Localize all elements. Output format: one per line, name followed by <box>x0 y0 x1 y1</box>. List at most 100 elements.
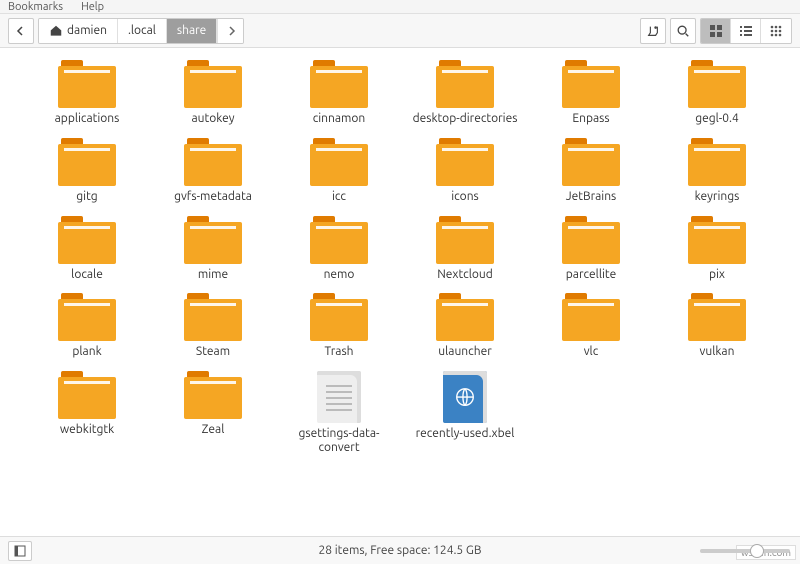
folder-item[interactable]: vlc <box>536 293 646 359</box>
zoom-control[interactable] <box>700 549 790 553</box>
breadcrumb-forward[interactable] <box>217 19 243 43</box>
item-label: ulauncher <box>438 345 492 359</box>
folder-item[interactable]: gvfs-metadata <box>158 138 268 204</box>
folder-item[interactable]: Zeal <box>158 371 268 455</box>
folder-item[interactable]: vulkan <box>662 293 772 359</box>
zoom-thumb[interactable] <box>750 544 764 558</box>
item-label: keyrings <box>695 190 740 204</box>
folder-item[interactable]: icons <box>410 138 520 204</box>
item-label: pix <box>709 268 725 282</box>
folder-icon <box>688 138 746 186</box>
item-label: cinnamon <box>313 112 366 126</box>
folder-icon <box>184 371 242 419</box>
folder-icon <box>562 216 620 264</box>
folder-icon <box>184 293 242 341</box>
folder-icon <box>688 216 746 264</box>
item-label: Enpass <box>572 112 609 126</box>
item-label: vulkan <box>700 345 735 359</box>
folder-icon <box>58 60 116 108</box>
folder-icon <box>562 60 620 108</box>
back-button[interactable] <box>8 18 34 44</box>
folder-icon <box>436 293 494 341</box>
file-item[interactable]: recently-used.​xbel <box>410 371 520 455</box>
folder-icon <box>562 138 620 186</box>
search-icon <box>676 24 690 38</box>
folder-icon <box>58 138 116 186</box>
folder-item[interactable]: ulauncher <box>410 293 520 359</box>
folder-item[interactable]: Steam <box>158 293 268 359</box>
folder-item[interactable]: webkitgtk <box>32 371 142 455</box>
item-label: webkitgtk <box>60 423 114 437</box>
item-label: applications <box>55 112 120 126</box>
toolbar: damien .local share <box>0 14 800 48</box>
file-item[interactable]: gsettings-data-convert <box>284 371 394 455</box>
breadcrumb-local[interactable]: .local <box>118 18 167 44</box>
folder-icon <box>436 216 494 264</box>
breadcrumb: damien .local share <box>38 18 244 44</box>
location-icon <box>646 24 660 38</box>
folder-item[interactable]: parcellite <box>536 216 646 282</box>
search-button[interactable] <box>670 18 696 44</box>
folder-item[interactable]: nemo <box>284 216 394 282</box>
item-label: desktop-directories <box>413 112 518 126</box>
folder-icon <box>688 60 746 108</box>
folder-item[interactable]: mime <box>158 216 268 282</box>
menu-help[interactable]: Help <box>81 1 104 13</box>
folder-item[interactable]: gitg <box>32 138 142 204</box>
folder-icon <box>688 293 746 341</box>
statusbar: 28 items, Free space: 124.5 GB <box>0 536 800 564</box>
breadcrumb-share[interactable]: share <box>167 18 217 44</box>
show-sidebar-button[interactable] <box>8 541 32 561</box>
folder-item[interactable]: icc <box>284 138 394 204</box>
folder-icon <box>58 371 116 419</box>
breadcrumb-home[interactable]: damien <box>39 18 118 44</box>
folder-item[interactable]: JetBrains <box>536 138 646 204</box>
folder-item[interactable]: autokey <box>158 60 268 126</box>
list-icon <box>739 24 753 38</box>
view-mode-group <box>700 18 792 44</box>
view-compact-button[interactable] <box>761 19 791 43</box>
item-label: Steam <box>196 345 230 359</box>
text-file-icon <box>317 371 361 423</box>
folder-item[interactable]: Trash <box>284 293 394 359</box>
item-label: Zeal <box>202 423 225 437</box>
menubar: Bookmarks Help <box>0 0 800 14</box>
folder-icon <box>310 138 368 186</box>
sidebar-icon <box>14 545 26 557</box>
folder-item[interactable]: locale <box>32 216 142 282</box>
item-label: gsettings-data-convert <box>284 427 394 455</box>
folder-item[interactable]: keyrings <box>662 138 772 204</box>
item-label: Trash <box>324 345 353 359</box>
folder-item[interactable]: Nextcloud <box>410 216 520 282</box>
folder-item[interactable]: applications <box>32 60 142 126</box>
folder-icon <box>58 216 116 264</box>
folder-item[interactable]: cinnamon <box>284 60 394 126</box>
view-icons-button[interactable] <box>701 19 731 43</box>
zoom-slider[interactable] <box>700 549 790 553</box>
compact-icon <box>769 24 783 38</box>
item-label: nemo <box>324 268 355 282</box>
folder-item[interactable]: desktop-directories <box>410 60 520 126</box>
grid-icon <box>709 24 723 38</box>
folder-icon <box>184 216 242 264</box>
item-label: parcellite <box>566 268 616 282</box>
folder-item[interactable]: pix <box>662 216 772 282</box>
menu-bookmarks[interactable]: Bookmarks <box>8 1 63 13</box>
view-list-button[interactable] <box>731 19 761 43</box>
folder-item[interactable]: gegl-0.4 <box>662 60 772 126</box>
item-label: JetBrains <box>566 190 617 204</box>
item-label: gitg <box>76 190 97 204</box>
item-label: plank <box>72 345 101 359</box>
file-grid-pane[interactable]: applications autokey cinnamon desktop-direc… <box>0 48 800 536</box>
folder-item[interactable]: plank <box>32 293 142 359</box>
item-label: autokey <box>192 112 235 126</box>
web-file-icon <box>443 371 487 423</box>
folder-icon <box>310 216 368 264</box>
folder-icon <box>562 293 620 341</box>
folder-icon <box>184 60 242 108</box>
toggle-location-button[interactable] <box>640 18 666 44</box>
folder-icon <box>436 60 494 108</box>
item-label: icons <box>451 190 479 204</box>
folder-item[interactable]: Enpass <box>536 60 646 126</box>
item-label: icc <box>332 190 346 204</box>
